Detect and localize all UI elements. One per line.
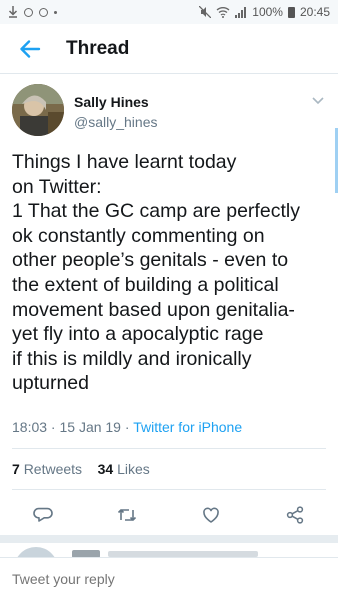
battery-level: 100%: [252, 5, 283, 19]
tweet-actions: [0, 500, 338, 530]
retweets-link[interactable]: 7 Retweets: [12, 461, 82, 477]
tweet-menu-button[interactable]: [310, 92, 326, 108]
battery-icon: [287, 6, 295, 18]
likes-link[interactable]: 34 Likes: [98, 461, 150, 477]
back-arrow-icon: [20, 39, 41, 58]
reply-bar: [0, 557, 338, 600]
author-name[interactable]: Sally Hines: [74, 94, 149, 110]
app-bar: Thread: [0, 24, 338, 74]
back-button[interactable]: [0, 24, 60, 74]
share-icon: [286, 506, 304, 524]
tweet-timestamp: 18:03 · 15 Jan 19: [12, 419, 121, 435]
likes-count: 34: [97, 461, 114, 477]
tweet-text: Things I have learnt today on Twitter: 1…: [12, 151, 300, 395]
like-button[interactable]: [196, 500, 226, 530]
tweet-source-link[interactable]: Twitter for iPhone: [133, 419, 242, 435]
reply-button[interactable]: [28, 500, 58, 530]
like-icon: [203, 507, 219, 523]
divider: [12, 448, 326, 449]
share-button[interactable]: [280, 500, 310, 530]
reply-icon: [33, 507, 53, 522]
likes-label: Likes: [117, 461, 150, 477]
next-reply-partial[interactable]: [0, 543, 338, 557]
clock: 20:45: [299, 5, 330, 19]
tweet: Sally Hines @sally_hines Things I have l…: [0, 76, 338, 524]
download-icon: [8, 6, 18, 18]
reply-input[interactable]: [12, 571, 193, 587]
tweet-author: Sally Hines @sally_hines: [0, 76, 338, 144]
retweets-count: 7: [12, 461, 20, 477]
retweet-button[interactable]: [112, 500, 142, 530]
avatar[interactable]: [12, 84, 64, 136]
signal-icon: [235, 7, 247, 18]
meta-separator: ·: [124, 419, 134, 435]
avatar: [14, 547, 58, 557]
reply-name-placeholder: [72, 550, 100, 557]
chevron-down-icon: [312, 97, 324, 105]
avatar-image: [12, 84, 64, 136]
retweets-label: Retweets: [23, 461, 83, 477]
mute-icon: [199, 6, 212, 18]
wifi-icon: [216, 7, 230, 18]
tweet-meta: 18:03 · 15 Jan 19 · Twitter for iPhone: [12, 419, 242, 435]
notification-icon: [24, 7, 33, 17]
page-title: Thread: [66, 37, 130, 59]
status-bar: 100% 20:45: [0, 0, 338, 24]
retweet-icon: [117, 509, 137, 521]
tweet-counts: 7 Retweets 34 Likes: [12, 461, 150, 477]
author-handle[interactable]: @sally_hines: [74, 114, 157, 130]
notification-icon: [54, 10, 57, 14]
divider: [12, 489, 326, 490]
notification-icon: [39, 7, 48, 17]
section-separator: [0, 535, 338, 543]
